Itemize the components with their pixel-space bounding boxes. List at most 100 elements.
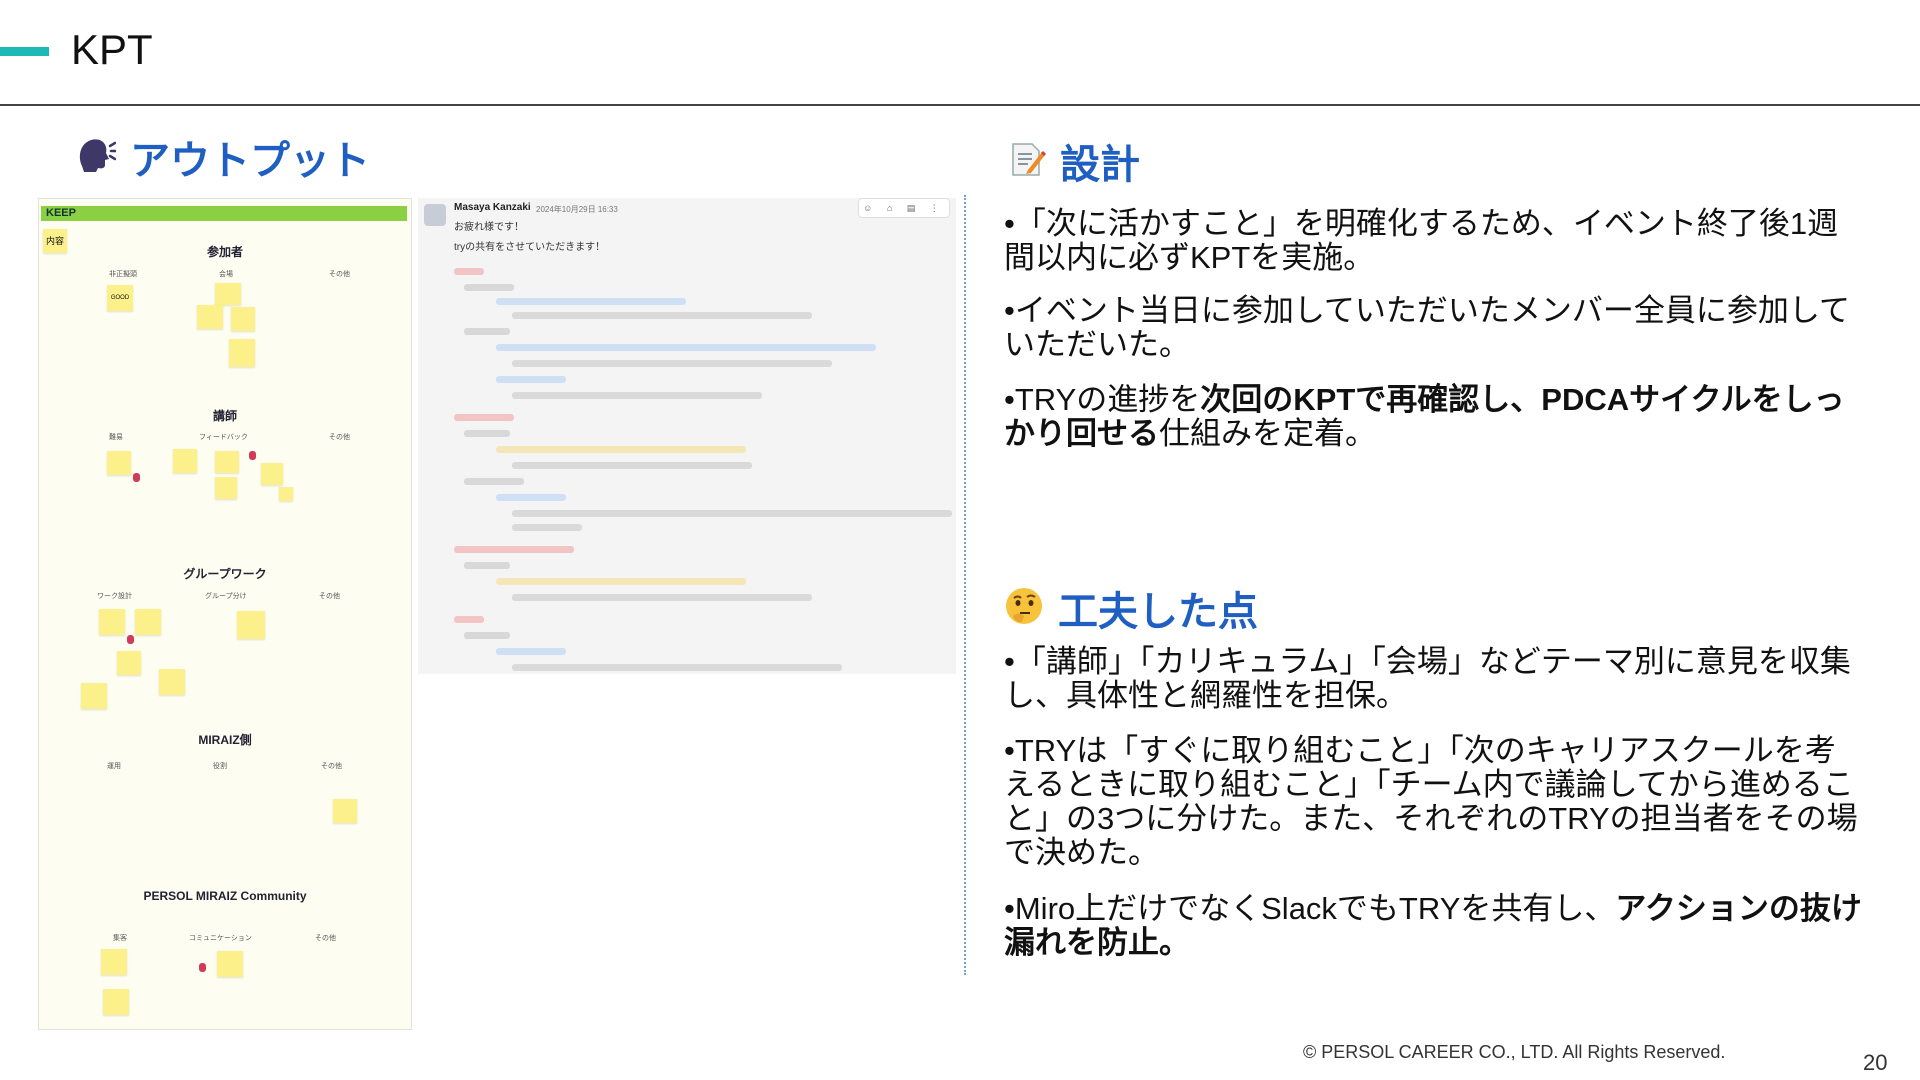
blurred-text — [464, 328, 510, 335]
blurred-text — [512, 594, 812, 601]
board-sub-label: 運用 — [107, 763, 121, 770]
board-sub-label: 役割 — [213, 763, 227, 770]
board-sub-label: 非正擬頭 — [109, 271, 137, 278]
sticky-note — [215, 477, 237, 499]
sticky-note — [99, 609, 125, 635]
slack-message-screenshot: Masaya Kanzaki 2024年10月29日 16:33 ☺ ⌂ ▤ ⋮… — [418, 198, 956, 674]
slack-user-name: Masaya Kanzaki — [454, 202, 531, 213]
ideas-bullet-3-pre: •Miro上だけでなくSlackでもTRYを共有し、 — [1004, 891, 1616, 926]
blurred-text — [512, 510, 952, 517]
blurred-text — [512, 664, 842, 671]
blurred-text — [512, 462, 752, 469]
ideas-heading: 工夫した点 — [1004, 586, 1258, 638]
miro-board-screenshot: KEEP 内容 参加者 非正擬頭 会場 その他 GOOD 講師 難易 フィードバ… — [38, 198, 412, 1030]
output-heading-text: アウトプット — [130, 139, 370, 183]
board-sub-label: フィードバック — [199, 434, 248, 441]
board-sub-label: その他 — [321, 763, 342, 770]
sticky-note — [279, 487, 293, 501]
slack-message-toolbar: ☺ ⌂ ▤ ⋮ — [858, 198, 950, 218]
blurred-text — [496, 494, 566, 501]
blurred-text — [496, 578, 746, 585]
slack-timestamp: 2024年10月29日 16:33 — [536, 205, 618, 214]
sticky-note — [197, 305, 223, 329]
board-sub-label: 集客 — [113, 935, 127, 942]
sticky-note: GOOD — [107, 285, 133, 311]
blurred-text — [496, 446, 746, 453]
board-sub-label: グループ分け — [205, 593, 247, 600]
blurred-text — [464, 478, 524, 485]
board-sub-label: 会場 — [219, 271, 233, 278]
column-divider — [964, 195, 966, 975]
sticky-note — [237, 611, 265, 639]
blurred-text — [512, 360, 832, 367]
ideas-bullet-1: •「講師」「カリキュラム」「会場」などテーマ別に意見を収集し、具体性と網羅性を担… — [1004, 644, 1851, 713]
blurred-text — [464, 562, 510, 569]
copyright-notice: © PERSOL CAREER CO., LTD. All Rights Res… — [1303, 1042, 1726, 1062]
speaking-head-icon — [76, 136, 118, 186]
page-number: 20 — [1863, 1050, 1888, 1075]
ideas-bullet-2: •TRYは「すぐに取り組むこと」「次のキャリアスクールを考えるときに取り組むこと… — [1004, 733, 1858, 870]
board-sub-label: ワーク設計 — [97, 593, 132, 600]
board-sub-label: その他 — [319, 593, 340, 600]
design-bullet-3-pre: •TRYの進捗を — [1004, 382, 1201, 417]
blurred-text — [454, 616, 484, 623]
design-bullet-1: •「次に活かすこと」を明確化するため、イベント終了後1週間以内に必ずKPTを実施… — [1004, 206, 1839, 275]
design-heading: 設計 — [1008, 140, 1140, 190]
output-heading: アウトプット — [76, 136, 370, 186]
board-keep-tag: KEEP — [46, 207, 76, 219]
board-sub-label: その他 — [329, 434, 350, 441]
design-bullet-3-post: 仕組みを定着。 — [1159, 416, 1376, 451]
board-section-title: 参加者 — [206, 245, 243, 259]
blurred-text — [454, 546, 574, 553]
thinking-face-icon — [1004, 586, 1044, 638]
pin-icon — [249, 451, 256, 460]
board-keep-bar: KEEP — [41, 206, 407, 221]
sticky-note — [215, 451, 239, 473]
design-heading-text: 設計 — [1060, 143, 1140, 187]
blurred-text — [512, 524, 582, 531]
header-divider — [0, 104, 1920, 106]
blurred-text — [454, 414, 514, 421]
sticky-note — [101, 949, 127, 975]
sticky-note — [333, 799, 357, 823]
slack-message-line: お疲れ様です！ — [454, 222, 524, 233]
sticky-note — [103, 989, 129, 1015]
sticky-note — [173, 449, 197, 473]
sticky-note — [81, 683, 107, 709]
ideas-heading-text: 工夫した点 — [1058, 590, 1258, 634]
blurred-text — [496, 376, 566, 383]
blurred-text — [454, 268, 484, 275]
ideas-bullet-3: •Miro上だけでなくSlackでもTRYを共有し、アクションの抜け漏れを防止。 — [1004, 892, 1864, 960]
sticky-note — [107, 451, 131, 475]
blurred-text — [496, 344, 876, 351]
blurred-text — [512, 392, 762, 399]
blurred-text — [512, 312, 812, 319]
blurred-text — [496, 648, 566, 655]
board-section-title: MIRAIZ側 — [198, 733, 252, 747]
pin-icon — [199, 963, 206, 972]
sticky-note — [231, 307, 255, 331]
sticky-note — [261, 463, 283, 485]
pin-icon — [133, 473, 140, 482]
blurred-text — [464, 430, 510, 437]
sticky-note — [229, 339, 255, 367]
pin-icon — [127, 635, 134, 644]
board-section-title: 講師 — [212, 409, 237, 423]
blurred-text — [464, 632, 510, 639]
board-sub-label: コミュニケーション — [189, 935, 252, 942]
blurred-text — [464, 284, 514, 291]
board-sub-label: 難易 — [109, 434, 123, 441]
board-section-title: グループワーク — [183, 567, 267, 581]
board-sub-label: その他 — [315, 935, 336, 942]
blurred-text — [496, 298, 686, 305]
memo-icon — [1008, 140, 1047, 190]
sticky-note — [159, 669, 185, 695]
design-bullet-2: •イベント当日に参加していただいたメンバー全員に参加していただいた。 — [1004, 293, 1850, 362]
design-bullet-3: •TRYの進捗を次回のKPTで再確認し、PDCAサイクルをしっかり回せる仕組みを… — [1004, 383, 1864, 451]
sticky-note — [215, 283, 241, 305]
board-sub-label: その他 — [329, 271, 350, 278]
board-section-title: PERSOL MIRAIZ Community — [143, 889, 307, 903]
page-title: KPT — [71, 26, 153, 73]
slack-message-line: tryの共有をさせていただきます！ — [454, 242, 606, 253]
sticky-note — [135, 609, 161, 635]
